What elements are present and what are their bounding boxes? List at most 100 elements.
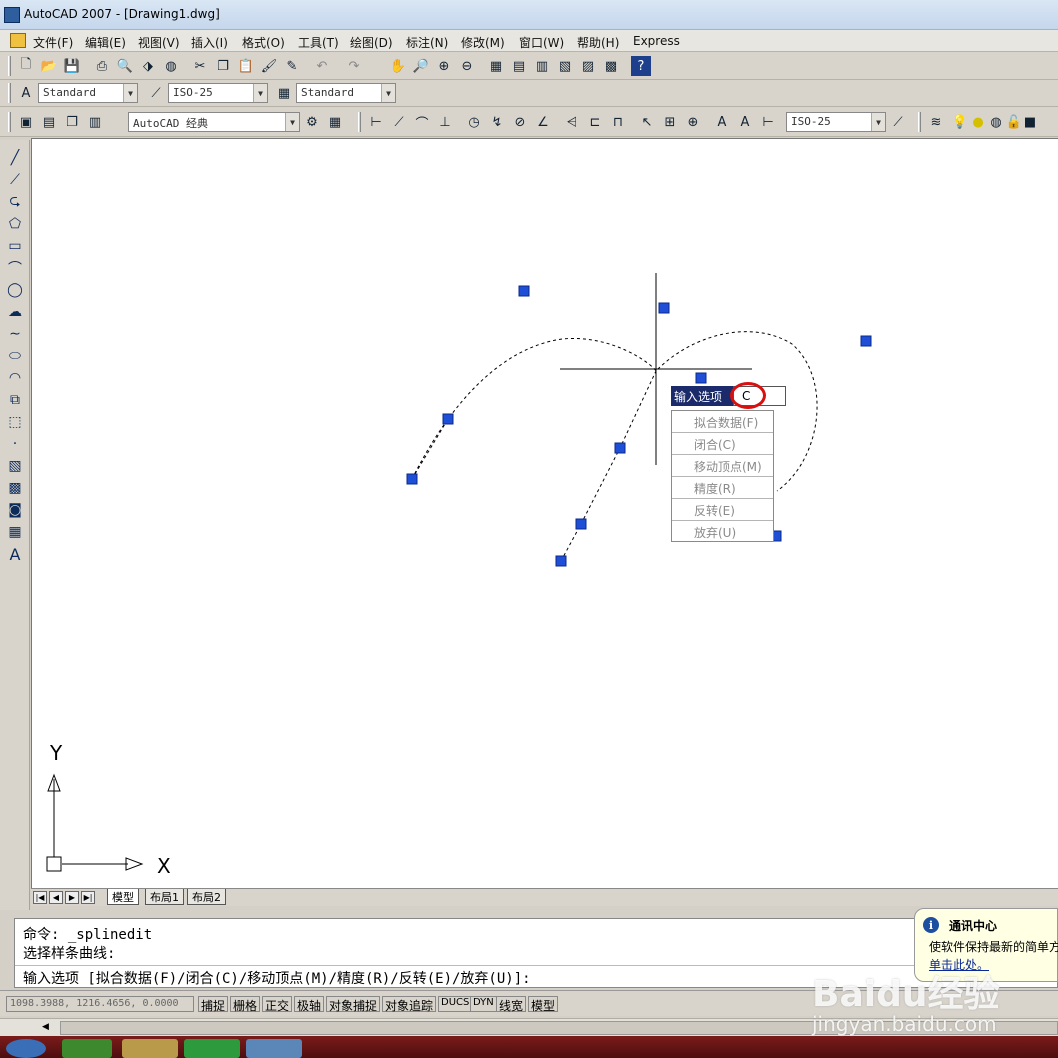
- tab-layout2[interactable]: 布局2: [187, 889, 226, 905]
- last-tab-button[interactable]: ▶|: [81, 891, 95, 904]
- leader-icon[interactable]: ↖: [637, 112, 657, 132]
- dim-update-icon[interactable]: ⊢: [758, 112, 778, 132]
- drawing-canvas[interactable]: Y X: [31, 138, 1058, 888]
- layer-freeze-icon[interactable]: ◍: [986, 112, 1006, 132]
- menu-insert[interactable]: 插入(I): [191, 34, 228, 51]
- toggle-polar[interactable]: 极轴: [294, 996, 325, 1013]
- chevron-down-icon[interactable]: ▼: [285, 113, 299, 131]
- chevron-down-icon[interactable]: ▼: [253, 84, 267, 102]
- toolbar-grip[interactable]: [8, 56, 11, 76]
- tolerance-icon[interactable]: ⊞: [660, 112, 680, 132]
- toggle-dyn[interactable]: DYN: [470, 996, 497, 1012]
- jogged-dim-icon[interactable]: ↯: [487, 112, 507, 132]
- block-editor-icon[interactable]: ✎: [282, 56, 302, 76]
- undo-icon[interactable]: ↶: [312, 56, 332, 76]
- chevron-down-icon[interactable]: ▼: [381, 84, 395, 102]
- open-icon[interactable]: 📂: [39, 56, 59, 76]
- lightbulb-icon[interactable]: 💡: [950, 112, 970, 132]
- option-move-vertex[interactable]: 移动顶点(M): [672, 455, 773, 477]
- continue-dim-icon[interactable]: ⊓: [608, 112, 628, 132]
- layer-manager-icon[interactable]: ≋: [926, 112, 946, 132]
- sun-icon[interactable]: ●: [968, 112, 988, 132]
- spline-icon[interactable]: ∼: [4, 324, 26, 344]
- dim-style-select[interactable]: ISO-25 ▼: [168, 83, 268, 103]
- arc-icon[interactable]: ⌒: [4, 258, 26, 278]
- hatch-icon[interactable]: ▧: [4, 456, 26, 476]
- center-mark-icon[interactable]: ⊕: [683, 112, 703, 132]
- radius-dim-icon[interactable]: ◷: [464, 112, 484, 132]
- publish-web-icon[interactable]: ◍: [161, 56, 181, 76]
- toggle-otrack[interactable]: 对象追踪: [382, 996, 437, 1013]
- workspace-icon[interactable]: ▣: [16, 112, 36, 132]
- toggle-grid[interactable]: 栅格: [230, 996, 261, 1013]
- command-prompt-line[interactable]: 输入选项 [拟合数据(F)/闭合(C)/移动顶点(M)/精度(R)/反转(E)/…: [23, 968, 531, 988]
- sheet-set-icon[interactable]: ▧: [555, 56, 575, 76]
- chevron-down-icon[interactable]: ▼: [123, 84, 137, 102]
- ordinate-dim-icon[interactable]: ⊥: [435, 112, 455, 132]
- construction-line-icon[interactable]: ⟋: [4, 170, 26, 190]
- grip[interactable]: [695, 372, 707, 384]
- document-icon[interactable]: [10, 33, 26, 48]
- toolbar-grip[interactable]: [8, 83, 11, 103]
- taskbar-iqiyi-icon[interactable]: [184, 1039, 240, 1058]
- grip[interactable]: [614, 442, 626, 454]
- markup-icon[interactable]: ▨: [578, 56, 598, 76]
- layer-color-icon[interactable]: ■: [1020, 112, 1040, 132]
- tab-layout1[interactable]: 布局1: [145, 889, 184, 905]
- new-icon[interactable]: 🗋: [16, 56, 36, 76]
- dim-style-icon[interactable]: ⟋: [146, 83, 166, 103]
- diameter-dim-icon[interactable]: ⊘: [510, 112, 530, 132]
- start-button-icon[interactable]: [6, 1039, 46, 1058]
- grip[interactable]: [518, 285, 530, 297]
- table-style-select[interactable]: Standard ▼: [296, 83, 396, 103]
- toggle-lineweight[interactable]: 线宽: [496, 996, 527, 1013]
- toolbar-grip[interactable]: [918, 112, 921, 132]
- menu-window[interactable]: 窗口(W): [519, 34, 564, 51]
- polyline-icon[interactable]: ⮎: [4, 192, 26, 212]
- rectangle-icon[interactable]: ▭: [4, 236, 26, 256]
- design-center-icon[interactable]: ▤: [509, 56, 529, 76]
- grip[interactable]: [772, 530, 782, 542]
- text-style-select[interactable]: Standard ▼: [38, 83, 138, 103]
- option-refine[interactable]: 精度(R): [672, 477, 773, 499]
- menu-tools[interactable]: 工具(T): [298, 34, 339, 51]
- dim-edit-icon[interactable]: A: [712, 112, 732, 132]
- chevron-down-icon[interactable]: ▼: [871, 113, 885, 131]
- menu-help[interactable]: 帮助(H): [577, 34, 619, 51]
- workspace-lock-icon[interactable]: ▦: [325, 112, 345, 132]
- option-fit-data[interactable]: 拟合数据(F): [672, 411, 773, 433]
- publish-icon[interactable]: ⬗: [138, 56, 158, 76]
- zoom-window-icon[interactable]: ⊕: [434, 56, 454, 76]
- arc-length-icon[interactable]: ⌒: [412, 112, 432, 132]
- next-tab-button[interactable]: ▶: [65, 891, 79, 904]
- ellipse-icon[interactable]: ⬭: [4, 346, 26, 366]
- coordinate-readout[interactable]: 1098.3988, 1216.4656, 0.0000: [6, 996, 194, 1012]
- revcloud-icon[interactable]: ☁: [4, 302, 26, 322]
- redo-icon[interactable]: ↷: [344, 56, 364, 76]
- tab-model[interactable]: 模型: [107, 889, 139, 905]
- table-icon[interactable]: ▦: [4, 522, 26, 542]
- menu-draw[interactable]: 绘图(D): [350, 34, 393, 51]
- aligned-dim-icon[interactable]: ⟋: [389, 112, 409, 132]
- text-style-icon[interactable]: A: [16, 83, 36, 103]
- region-icon[interactable]: ◙: [4, 500, 26, 520]
- option-undo[interactable]: 放弃(U): [672, 521, 773, 543]
- taskbar-folder-icon[interactable]: [122, 1039, 178, 1058]
- save-icon[interactable]: 💾: [62, 56, 82, 76]
- menu-file[interactable]: 文件(F): [33, 34, 73, 51]
- menu-express[interactable]: Express: [633, 34, 680, 48]
- match-properties-icon[interactable]: 🖌: [259, 56, 279, 76]
- dim-style-manager-icon[interactable]: ⟋: [888, 112, 908, 132]
- grip[interactable]: [860, 335, 872, 347]
- menu-view[interactable]: 视图(V): [138, 34, 180, 51]
- zoom-previous-icon[interactable]: ⊖: [457, 56, 477, 76]
- multiline-text-icon[interactable]: A: [4, 544, 26, 564]
- grip[interactable]: [442, 413, 454, 425]
- ellipse-arc-icon[interactable]: ◠: [4, 368, 26, 388]
- toggle-ducs[interactable]: DUCS: [438, 996, 473, 1012]
- plot-icon[interactable]: ⎙: [92, 56, 112, 76]
- quick-dim-icon[interactable]: ⩤: [562, 112, 582, 132]
- circle-icon[interactable]: ◯: [4, 280, 26, 300]
- workspace-gear-icon[interactable]: ⚙: [302, 112, 322, 132]
- tool-palettes-icon[interactable]: ▥: [532, 56, 552, 76]
